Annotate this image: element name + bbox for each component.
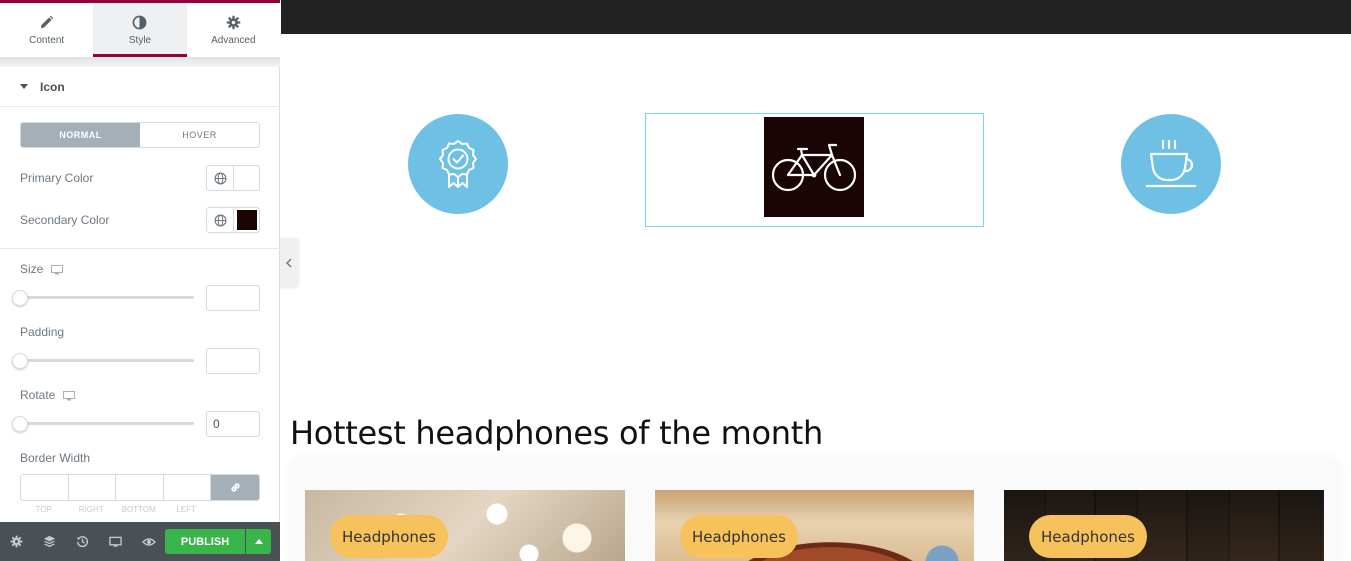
bicycle-icon: [771, 143, 857, 192]
padding-slider-track[interactable]: [20, 359, 194, 362]
product-card-image[interactable]: Headphones: [305, 490, 625, 561]
size-slider-handle[interactable]: [12, 290, 28, 306]
globe-icon: [214, 172, 226, 184]
border-width-side-labels: TOP RIGHT BOTTOM LEFT: [20, 505, 210, 514]
primary-color-picker[interactable]: [234, 166, 259, 190]
size-label-text: Size: [20, 262, 44, 276]
category-badge[interactable]: Headphones: [1029, 515, 1147, 558]
state-normal-button[interactable]: NORMAL: [21, 123, 140, 147]
primary-color-label: Primary Color: [20, 171, 94, 185]
rotate-input[interactable]: 0: [206, 411, 260, 437]
category-badge[interactable]: Headphones: [680, 515, 798, 558]
border-bottom-input[interactable]: [116, 475, 164, 500]
panel-footer: PUBLISH: [0, 522, 280, 561]
panel-tabs: Content Style Advanced: [0, 3, 280, 57]
secondary-color-swatch: [236, 210, 257, 230]
border-top-input[interactable]: [21, 475, 69, 500]
border-width-control: [20, 474, 260, 501]
caret-up-icon: [254, 539, 263, 544]
award-badge-icon-widget[interactable]: [408, 114, 508, 214]
global-colors-button[interactable]: [207, 208, 234, 232]
padding-input[interactable]: [206, 348, 260, 374]
padding-label: Padding: [20, 325, 65, 339]
border-right-label: RIGHT: [78, 505, 104, 514]
category-badge[interactable]: Headphones: [330, 515, 448, 558]
product-card-image[interactable]: Headphones: [1004, 490, 1324, 561]
tab-content[interactable]: Content: [0, 3, 93, 57]
secondary-color-picker[interactable]: [234, 208, 259, 232]
panel-collapse-handle[interactable]: [280, 238, 298, 288]
border-right-input[interactable]: [69, 475, 116, 500]
secondary-color-control: [206, 207, 260, 233]
padding-slider-handle[interactable]: [12, 353, 28, 369]
pencil-icon: [41, 15, 54, 28]
tabs-separator: [0, 57, 280, 67]
globe-icon: [214, 214, 226, 226]
primary-color-control: [206, 165, 260, 191]
gear-icon: [226, 15, 241, 29]
desktop-icon[interactable]: [63, 390, 76, 404]
link-icon: [230, 483, 240, 492]
caret-down-icon: [20, 84, 28, 89]
publish-options-button[interactable]: [246, 529, 271, 554]
chevron-left-icon: [286, 258, 292, 268]
border-bottom-label: BOTTOM: [121, 505, 156, 514]
rotate-label: Rotate: [20, 388, 76, 404]
desktop-icon[interactable]: [51, 264, 64, 278]
settings-icon[interactable]: [0, 535, 33, 548]
section-heading: Hottest headphones of the month: [290, 414, 823, 452]
size-slider-track[interactable]: [20, 296, 194, 299]
rotate-slider-handle[interactable]: [12, 416, 28, 432]
link-values-button[interactable]: [211, 475, 259, 500]
size-input[interactable]: [206, 285, 260, 311]
rotate-slider-track[interactable]: [20, 422, 194, 425]
editor-panel: Content Style Advanced Icon NORMAL HOVER…: [0, 0, 280, 561]
section-icon-header[interactable]: Icon: [0, 67, 280, 107]
tab-advanced-label: Advanced: [211, 34, 256, 46]
border-left-label: LEFT: [176, 505, 197, 514]
product-card-image[interactable]: Headphones: [655, 490, 974, 561]
tab-advanced[interactable]: Advanced: [187, 3, 280, 57]
award-badge-icon: [439, 140, 477, 188]
state-hover-button[interactable]: HOVER: [140, 123, 259, 147]
tab-content-label: Content: [29, 34, 65, 46]
border-top-label: TOP: [35, 505, 52, 514]
primary-color-swatch: [236, 168, 257, 188]
global-colors-button[interactable]: [207, 166, 234, 190]
history-icon[interactable]: [66, 535, 99, 548]
responsive-icon[interactable]: [99, 536, 132, 548]
tab-style-label: Style: [128, 34, 152, 46]
rotate-label-text: Rotate: [20, 388, 56, 402]
coffee-cup-icon: [1145, 139, 1197, 188]
bicycle-icon-widget[interactable]: [764, 117, 864, 217]
preview-icon[interactable]: [132, 537, 165, 547]
half-circle-icon: [133, 15, 147, 29]
site-top-bar: [281, 0, 1351, 34]
border-left-input[interactable]: [164, 475, 211, 500]
coffee-cup-icon-widget[interactable]: [1121, 114, 1221, 214]
section-title: Icon: [40, 79, 65, 94]
publish-button[interactable]: PUBLISH: [165, 529, 245, 554]
size-label: Size: [20, 262, 64, 278]
layers-icon[interactable]: [33, 535, 66, 548]
border-width-label: Border Width: [20, 451, 91, 465]
tab-style[interactable]: Style: [93, 3, 187, 57]
secondary-color-label: Secondary Color: [20, 213, 110, 227]
state-toggle: NORMAL HOVER: [20, 122, 260, 148]
divider: [0, 248, 280, 249]
